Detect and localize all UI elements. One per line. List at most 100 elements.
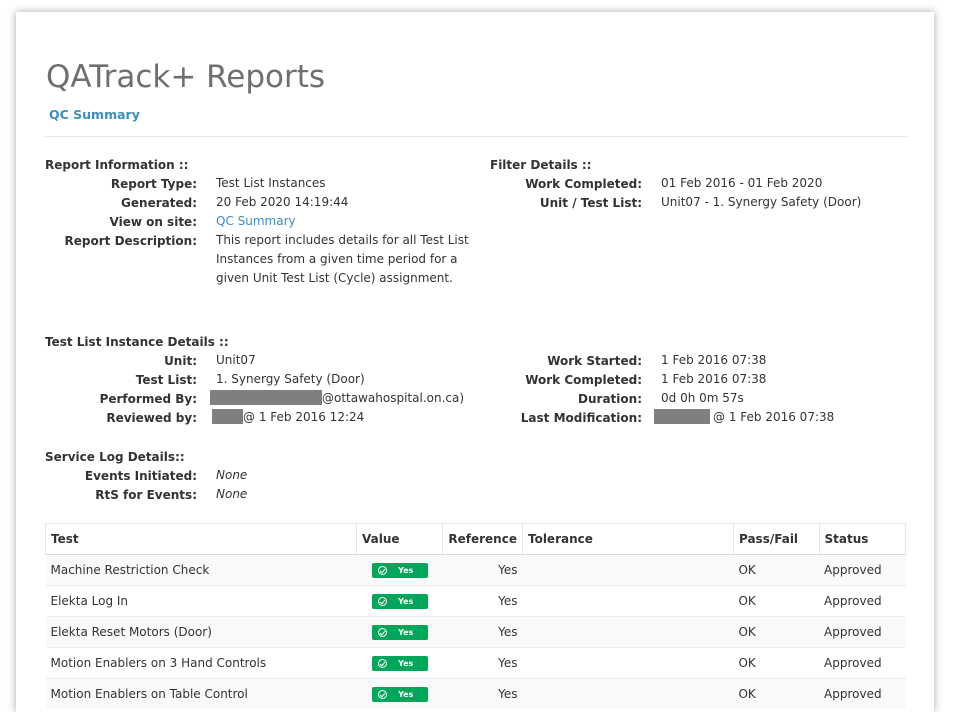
last-modification-value: @ 1 Feb 2016 07:38	[654, 408, 834, 427]
check-circle-icon	[377, 628, 387, 637]
duration-label: Duration:	[578, 392, 642, 406]
value-badge-label: Yes	[398, 597, 414, 606]
status-cell: Approved	[819, 647, 906, 679]
tolerance-cell	[522, 554, 734, 586]
report-subtitle-link[interactable]: QC Summary	[49, 107, 140, 122]
test-name: Motion Enablers on Table Control	[45, 678, 357, 709]
tolerance-cell	[522, 616, 734, 648]
test-name: Machine Restriction Check	[45, 554, 357, 586]
work-completed-filter-value: 01 Feb 2016 - 01 Feb 2020	[661, 176, 823, 190]
pass-fail-cell: OK	[733, 678, 820, 709]
report-type-value: Test List Instances	[216, 176, 326, 190]
page-title: QATrack+ Reports	[46, 59, 326, 95]
reviewed-by-value: @ 1 Feb 2016 12:24	[212, 408, 364, 427]
pass-fail-cell: OK	[733, 616, 820, 648]
view-on-site-link[interactable]: QC Summary	[216, 212, 296, 231]
performed-by-text: @ottawahospital.on.ca)	[322, 391, 465, 405]
header-divider	[45, 136, 907, 137]
unit-test-list-label: Unit / Test List:	[539, 196, 642, 210]
table-header-row: Test Value Reference Tolerance Pass/Fail…	[45, 523, 907, 555]
redaction-block	[212, 409, 243, 424]
status-cell: Approved	[819, 554, 906, 586]
last-modification-text: @ 1 Feb 2016 07:38	[713, 410, 835, 424]
value-badge: Yes	[371, 625, 428, 640]
check-circle-icon	[377, 690, 387, 699]
report-description-label: Report Description:	[64, 234, 197, 248]
service-log-title: Service Log Details::	[45, 450, 185, 464]
report-description-line-2: Instances from a given time period for a	[216, 252, 458, 266]
performed-by-value: @ottawahospital.on.ca)	[210, 389, 464, 408]
redaction-block	[654, 409, 710, 424]
reviewed-by-label: Reviewed by:	[106, 411, 197, 425]
redaction-block	[210, 390, 322, 405]
view-on-site-label: View on site:	[109, 215, 198, 229]
filter-details-title: Filter Details ::	[490, 158, 592, 172]
status-cell: Approved	[819, 616, 906, 648]
work-completed-value: 1 Feb 2016 07:38	[661, 372, 767, 386]
table-row: Elekta Reset Motors (Door) Yes Yes OK Ap…	[45, 616, 906, 648]
test-name: Elekta Reset Motors (Door)	[45, 616, 357, 648]
value-badge: Yes	[371, 563, 428, 578]
work-started-value: 1 Feb 2016 07:38	[661, 353, 767, 367]
generated-label: Generated:	[121, 196, 197, 210]
check-circle-icon	[377, 597, 387, 606]
report-page: QATrack+ Reports QC Summary Report Infor…	[16, 12, 934, 712]
column-header-reference[interactable]: Reference	[442, 523, 523, 555]
duration-value: 0d 0h 0m 57s	[661, 391, 744, 405]
rts-for-events-label: RtS for Events:	[95, 488, 197, 502]
status-cell: Approved	[819, 678, 906, 709]
value-badge-label: Yes	[398, 628, 414, 637]
unit-label: Unit:	[164, 354, 197, 368]
report-description-line-3: given Unit Test List (Cycle) assignment.	[216, 271, 453, 285]
test-list-value: 1. Synergy Safety (Door)	[216, 372, 365, 386]
rts-for-events-value: None	[216, 487, 248, 501]
work-completed-label: Work Completed:	[525, 373, 642, 387]
value-cell: Yes	[356, 647, 443, 679]
value-cell: Yes	[356, 554, 443, 586]
reference-cell: Yes	[442, 616, 523, 648]
instance-details-title: Test List Instance Details ::	[45, 335, 229, 349]
work-started-label: Work Started:	[547, 354, 642, 368]
value-badge-label: Yes	[398, 659, 414, 668]
value-badge: Yes	[371, 656, 428, 671]
results-table: Test Value Reference Tolerance Pass/Fail…	[45, 523, 907, 709]
table-row: Motion Enablers on Table Control Yes Yes…	[45, 678, 906, 709]
table-row: Motion Enablers on 3 Hand Controls Yes Y…	[45, 647, 906, 679]
column-header-pass-fail[interactable]: Pass/Fail	[732, 523, 820, 555]
value-badge: Yes	[371, 594, 428, 609]
value-cell: Yes	[356, 616, 443, 648]
check-circle-icon	[377, 566, 387, 575]
report-info-title: Report Information ::	[45, 158, 189, 172]
test-name: Motion Enablers on 3 Hand Controls	[45, 647, 357, 679]
tolerance-cell	[522, 678, 734, 709]
reference-cell: Yes	[442, 678, 523, 709]
value-badge: Yes	[371, 687, 428, 702]
reference-cell: Yes	[442, 585, 523, 617]
column-header-test[interactable]: Test	[45, 523, 357, 555]
value-cell: Yes	[356, 678, 443, 709]
performed-by-label: Performed By:	[99, 392, 197, 406]
unit-value: Unit07	[216, 353, 256, 367]
value-cell: Yes	[356, 585, 443, 617]
status-cell: Approved	[819, 585, 906, 617]
events-initiated-label: Events Initiated:	[84, 469, 197, 483]
pass-fail-cell: OK	[733, 647, 820, 679]
unit-test-list-value: Unit07 - 1. Synergy Safety (Door)	[661, 195, 862, 209]
table-row: Machine Restriction Check Yes Yes OK App…	[45, 554, 906, 586]
events-initiated-value: None	[216, 468, 248, 482]
column-header-value[interactable]: Value	[355, 523, 444, 555]
table-row: Elekta Log In Yes Yes OK Approved	[45, 585, 906, 617]
last-modification-label: Last Modification:	[520, 411, 642, 425]
value-badge-label: Yes	[398, 566, 414, 575]
test-list-label: Test List:	[135, 373, 197, 387]
reference-cell: Yes	[442, 647, 523, 679]
report-description-line-1: This report includes details for all Tes…	[216, 233, 469, 247]
report-type-label: Report Type:	[110, 177, 197, 191]
reference-cell: Yes	[442, 554, 523, 586]
tolerance-cell	[522, 585, 734, 617]
check-circle-icon	[377, 659, 387, 668]
value-badge-label: Yes	[398, 690, 414, 699]
column-header-status[interactable]: Status	[818, 523, 907, 555]
work-completed-filter-label: Work Completed:	[525, 177, 642, 191]
column-header-tolerance[interactable]: Tolerance	[521, 523, 734, 555]
